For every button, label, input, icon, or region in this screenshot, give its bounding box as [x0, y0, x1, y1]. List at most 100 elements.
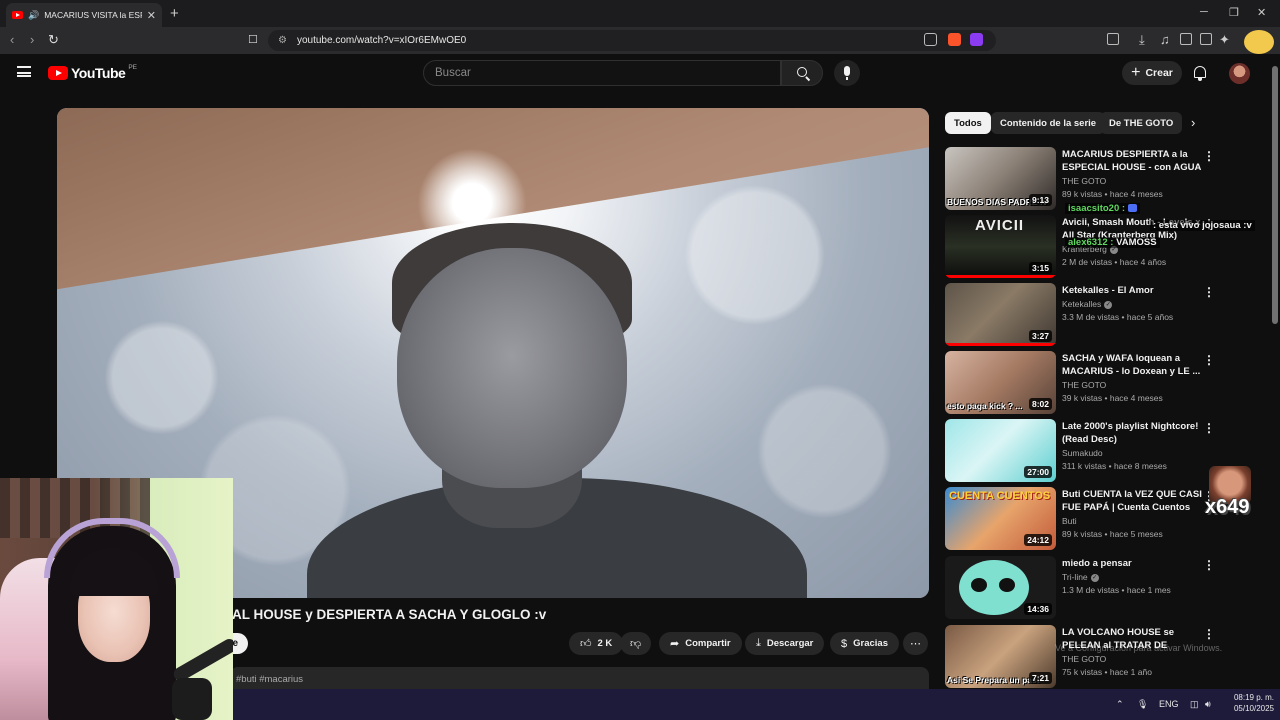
volume-icon[interactable]: 🔊︎ — [1205, 699, 1211, 710]
recommendation-meta: 2 M de vistas • hace 4 años — [1062, 257, 1167, 267]
back-icon[interactable]: ‹ — [10, 32, 14, 47]
recommendation-meta: 89 k vistas • hace 5 meses — [1062, 529, 1163, 539]
recommendation-meta: 3.3 M de vistas • hace 5 años — [1062, 312, 1174, 322]
close-window-icon[interactable]: ✕ — [1257, 6, 1266, 19]
menu-icon[interactable] — [17, 66, 31, 77]
youtube-logo[interactable]: YouTube PE — [48, 64, 137, 81]
recommendation-title[interactable]: MACARIUS DESPIERTA a la ESPECIAL HOUSE -… — [1062, 148, 1202, 175]
address-bar[interactable]: ⚙ youtube.com/watch?v=xIOr6EMwOE0 — [268, 30, 996, 51]
webcam-mic-arm — [171, 636, 233, 684]
voice-search-button[interactable] — [834, 60, 860, 86]
chat-message: alex6312 : VAMOSS — [1065, 237, 1160, 248]
brave-shield-icon[interactable] — [948, 33, 961, 46]
recommendation-thumbnail[interactable]: esto paga kick ? ... 8:02 — [945, 351, 1056, 414]
cast-icon[interactable] — [924, 33, 937, 46]
user-avatar[interactable] — [1229, 63, 1250, 84]
recommendation-thumbnail[interactable]: 27:00 — [945, 419, 1056, 482]
more-vertical-icon[interactable]: ⋮ — [1203, 421, 1215, 435]
chip-channel[interactable]: De THE GOTO — [1100, 112, 1183, 134]
new-tab-button[interactable]: + — [170, 5, 179, 22]
recommendation-channel[interactable]: Sumakudo — [1062, 448, 1103, 458]
clock-time: 08:19 p. m. — [1233, 693, 1274, 702]
forward-icon[interactable]: › — [30, 32, 34, 47]
recommendation-channel[interactable]: THE GOTO — [1062, 654, 1106, 664]
reload-icon[interactable]: ↻ — [48, 32, 59, 48]
download-button[interactable]: ⤓ Descargar — [745, 632, 825, 655]
like-button[interactable]: 👍︎ 2 K — [569, 632, 624, 655]
recommendation-thumbnail[interactable]: Asi Se Prepara un past 7:21 — [945, 625, 1056, 688]
create-button[interactable]: + Crear — [1122, 61, 1182, 85]
tray-chevron-icon[interactable]: ⌃ — [1116, 699, 1124, 710]
recommendation-thumbnail[interactable]: AVICII 3:15 — [945, 215, 1056, 278]
recommendation-title[interactable]: Late 2000's playlist Nightcore! (Read De… — [1062, 420, 1202, 446]
more-vertical-icon[interactable]: ⋮ — [1203, 627, 1215, 641]
recommendation-thumbnail[interactable]: BUENOS DIAS PADRE :v 9:13 — [945, 147, 1056, 210]
recommendation-title[interactable]: Ketekalles - El Amor — [1062, 284, 1202, 297]
chevron-right-icon[interactable]: › — [1191, 115, 1195, 130]
thanks-button[interactable]: $ Gracias — [830, 632, 899, 655]
recommendation-item[interactable]: BUENOS DIAS PADRE :v 9:13 MACARIUS DESPI… — [945, 147, 1235, 211]
taskbar-clock[interactable]: 08:19 p. m. 05/10/2025 — [1222, 692, 1274, 714]
more-vertical-icon[interactable]: ⋮ — [1203, 353, 1215, 367]
recommendation-item[interactable]: 14:36 miedo a pensar Tri-line ✓ 1.3 M de … — [945, 556, 1235, 620]
recommendation-item[interactable]: 3:27 Ketekalles - El Amor Ketekalles ✓ 3.… — [945, 283, 1235, 347]
speaker-icon[interactable]: 🔊 — [28, 10, 39, 21]
thumbnail-creature-art — [959, 560, 1029, 615]
chip-todos[interactable]: Todos — [945, 112, 991, 134]
thumbnail-caption: Asi Se Prepara un past — [947, 675, 1040, 685]
search-input[interactable]: Buscar — [423, 60, 781, 86]
recommendation-item[interactable]: 27:00 Late 2000's playlist Nightcore! (R… — [945, 419, 1235, 483]
recommendation-channel[interactable]: Buti — [1062, 516, 1077, 526]
recommendation-channel[interactable]: THE GOTO — [1062, 176, 1106, 186]
input-language[interactable]: ENG — [1159, 699, 1179, 709]
like-count: 2 K — [597, 638, 613, 649]
tab-search-icon[interactable] — [1107, 33, 1119, 45]
recommendation-channel[interactable]: Ketekalles ✓ — [1062, 299, 1113, 309]
site-settings-icon[interactable]: ⚙ — [278, 35, 287, 46]
browser-tab[interactable]: 🔊 MACARIUS VISITA la ESPECIAL ✕ — [6, 3, 162, 27]
more-horizontal-icon: ⋯ — [910, 638, 921, 650]
chat-text: VAMOSS — [1116, 237, 1157, 248]
sidebar-icon[interactable] — [1180, 33, 1192, 45]
more-vertical-icon[interactable]: ⋮ — [1203, 149, 1215, 163]
tray-mic-icon[interactable]: 🎙︎ — [1137, 699, 1148, 710]
share-button[interactable]: ➦ Compartir — [659, 632, 742, 655]
more-vertical-icon[interactable]: ⋮ — [1203, 285, 1215, 299]
recommendation-title[interactable]: SACHA y WAFA loquean a MACARIUS - lo Dox… — [1062, 352, 1202, 378]
network-icon[interactable]: ◫ — [1190, 699, 1199, 710]
recommendation-title[interactable]: Buti CUENTA la VEZ QUE CASI FUE PAPÁ | C… — [1062, 488, 1202, 514]
recommendation-item[interactable]: Asi Se Prepara un past 7:21 LA VOLCANO H… — [945, 625, 1235, 689]
notifications-bell-icon[interactable] — [1194, 66, 1206, 81]
recommendation-channel[interactable]: THE GOTO — [1062, 380, 1106, 390]
recommendation-thumbnail[interactable]: 14:36 — [945, 556, 1056, 619]
more-actions-button[interactable]: ⋯ — [903, 632, 928, 655]
brave-rewards-icon[interactable] — [970, 33, 983, 46]
description-box[interactable]: #buti #macarius — [230, 667, 929, 689]
close-tab-icon[interactable]: ✕ — [147, 9, 156, 22]
search-icon — [797, 67, 807, 77]
leo-ai-icon[interactable]: ✦ — [1219, 32, 1230, 48]
download-label: Descargar — [766, 638, 814, 649]
recommendation-item[interactable]: CUENTA CUENTOS 24:12 Buti CUENTA la VEZ … — [945, 487, 1235, 551]
dislike-button[interactable]: 👎︎ — [620, 632, 652, 655]
plus-icon: + — [1131, 64, 1141, 81]
search-button[interactable] — [781, 60, 823, 86]
watch-progress-bar — [945, 343, 1056, 346]
duration-badge: 8:02 — [1028, 398, 1052, 410]
moderator-badge-icon — [1128, 204, 1138, 213]
restore-icon[interactable]: ❐ — [1229, 6, 1239, 19]
wallet-icon[interactable] — [1200, 33, 1212, 45]
recommendation-channel[interactable]: Tri-line ✓ — [1062, 572, 1099, 582]
media-icon[interactable]: ♫ — [1160, 32, 1170, 47]
download-icon[interactable]: ⤓ — [1139, 32, 1145, 48]
page-scrollbar-thumb[interactable] — [1272, 66, 1278, 324]
share-label: Compartir — [685, 638, 731, 649]
recommendation-item[interactable]: esto paga kick ? ... 8:02 SACHA y WAFA l… — [945, 351, 1235, 415]
chip-series[interactable]: Contenido de la serie — [991, 112, 1106, 134]
more-vertical-icon[interactable]: ⋮ — [1203, 558, 1215, 572]
minimize-icon[interactable]: ─ — [1200, 6, 1208, 18]
recommendation-thumbnail[interactable]: CUENTA CUENTOS 24:12 — [945, 487, 1056, 550]
recommendation-thumbnail[interactable]: 3:27 — [945, 283, 1056, 346]
bookmark-icon[interactable]: ☐ — [248, 33, 258, 46]
recommendation-title[interactable]: miedo a pensar — [1062, 557, 1202, 570]
